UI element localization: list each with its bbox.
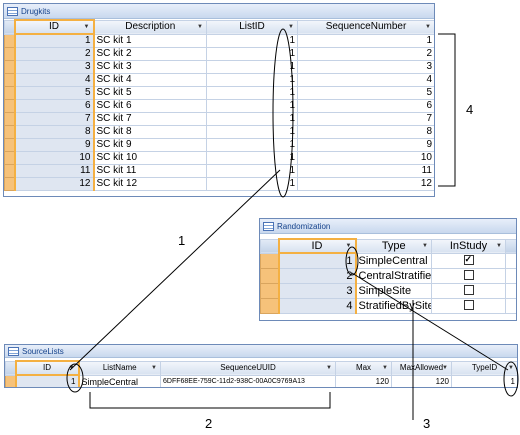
- annotation-label-2: 2: [205, 416, 213, 431]
- annotation-ellipse: [66, 363, 84, 393]
- annotation-label-3: 3: [423, 416, 431, 431]
- annotation-overlay: [66, 28, 519, 420]
- annotation-ellipse: [345, 246, 359, 276]
- annotation-line: [69, 169, 281, 371]
- annotation-label-1: 1: [178, 233, 186, 248]
- annotation-line: [351, 272, 509, 371]
- annotation-label-4: 4: [466, 102, 474, 117]
- annotation-ellipse: [503, 361, 519, 397]
- annotation-bracket: [438, 33, 456, 187]
- annotation-bracket: [89, 392, 331, 409]
- annotation-ellipse: [272, 28, 294, 198]
